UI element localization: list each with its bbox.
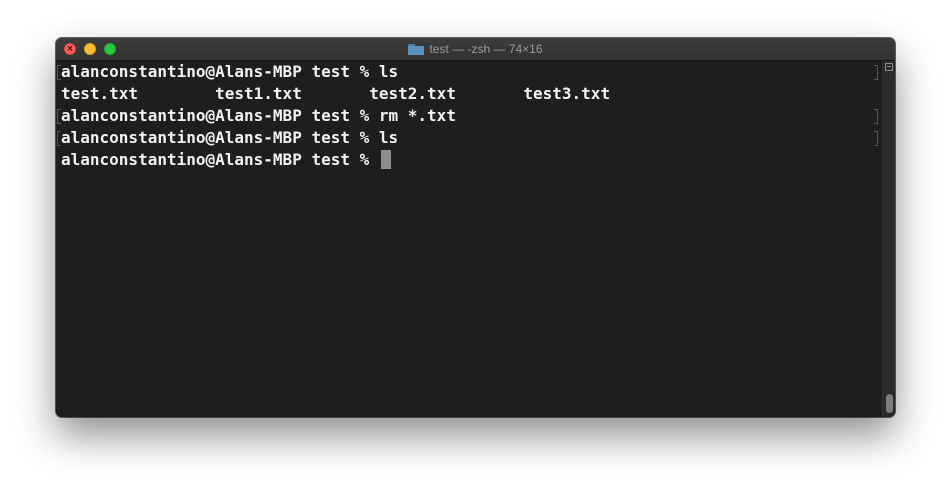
prompt-mark-end-icon — [874, 131, 878, 146]
terminal-line: alanconstantino@Alans-MBP test % rm *.tx… — [61, 106, 456, 125]
terminal-output[interactable]: alanconstantino@Alans-MBP test % ls test… — [56, 61, 882, 417]
prompt-mark-end-icon — [874, 65, 878, 80]
vertical-scrollbar[interactable] — [882, 61, 895, 417]
terminal-line: test.txt test1.txt test2.txt test3.txt — [61, 84, 611, 103]
scroll-thumb[interactable] — [886, 394, 893, 413]
folder-icon — [408, 43, 425, 55]
terminal-line: alanconstantino@Alans-MBP test % ls — [61, 128, 399, 147]
prompt-mark-end-icon — [874, 109, 878, 124]
terminal-prompt-line: alanconstantino@Alans-MBP test % — [61, 149, 391, 171]
text-cursor — [380, 150, 391, 169]
window-title-group: test — -zsh — 74×16 — [56, 38, 895, 60]
window-title: test — -zsh — 74×16 — [429, 42, 543, 56]
title-bar[interactable]: × test — -zsh — 74×16 — [56, 38, 895, 61]
terminal-line: alanconstantino@Alans-MBP test % ls — [61, 62, 399, 81]
terminal-window: × test — -zsh — 74×16 alanconstantino@Al… — [56, 38, 895, 417]
terminal-line: alanconstantino@Alans-MBP test % — [61, 150, 379, 169]
split-pane-icon[interactable] — [885, 63, 893, 71]
